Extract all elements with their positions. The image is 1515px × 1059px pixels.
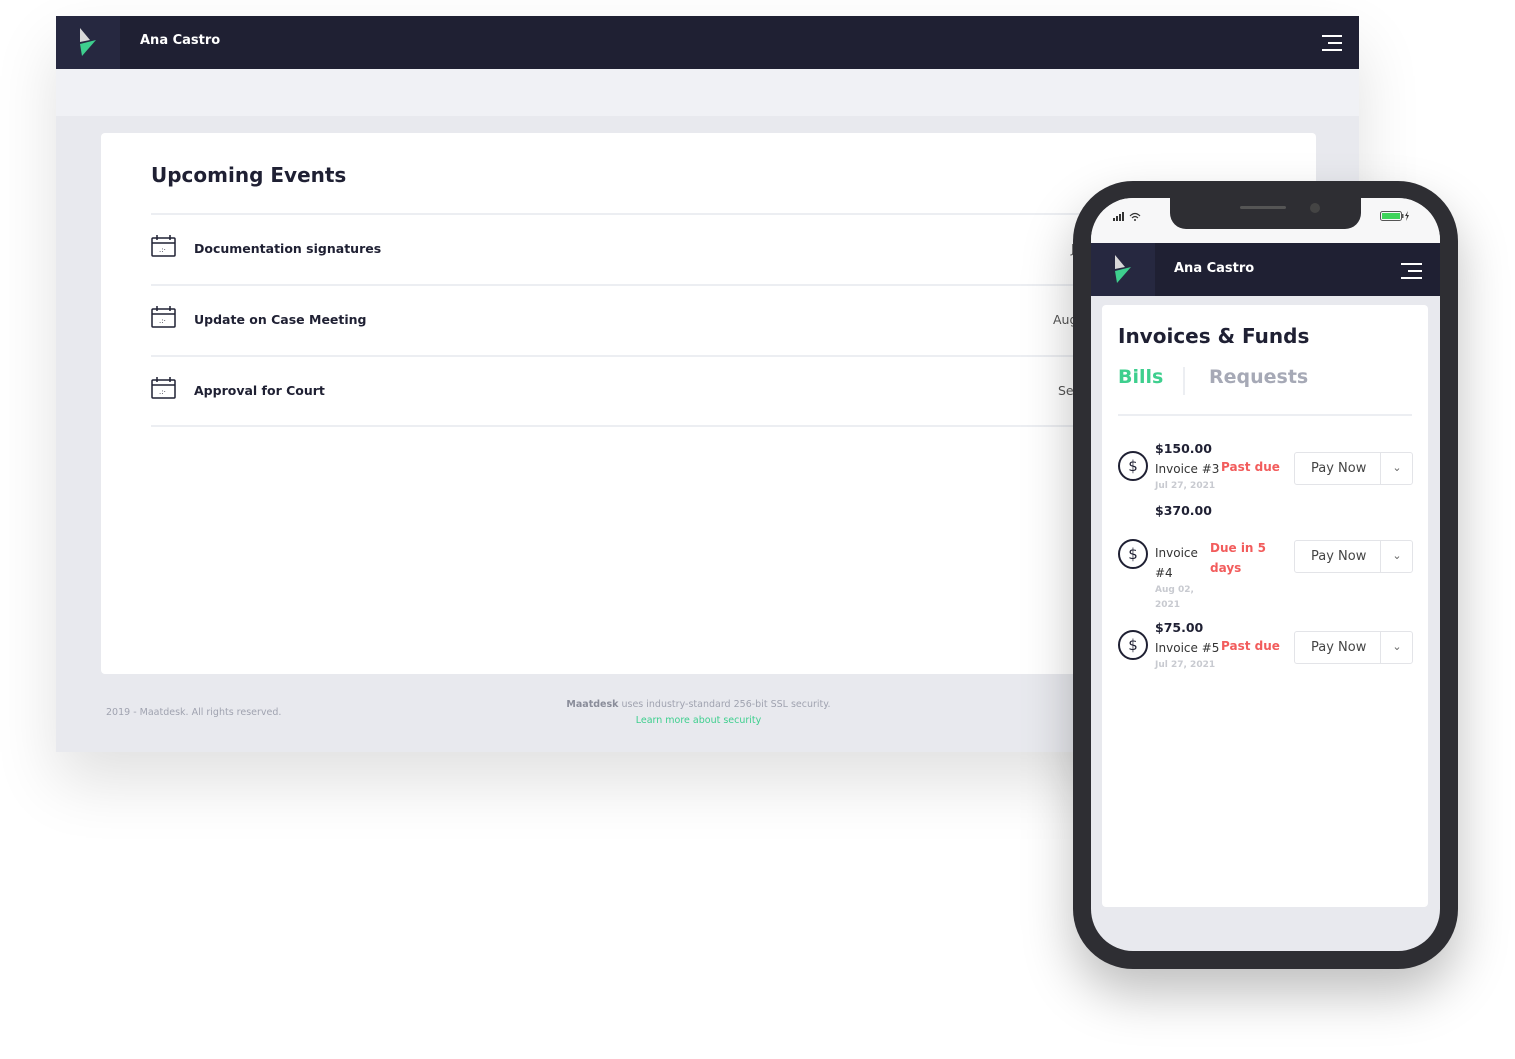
invoice-status: Past due — [1221, 639, 1280, 653]
svg-text:.:·: .:· — [159, 317, 166, 325]
logo-icon — [80, 28, 96, 56]
tab-bills[interactable]: Bills — [1118, 366, 1163, 388]
camera-icon — [1310, 203, 1320, 213]
invoice-amount: $75.00 — [1155, 620, 1204, 635]
calendar-icon: .:· — [151, 377, 176, 399]
pay-now-label: Pay Now — [1311, 549, 1367, 564]
page-title: Invoices & Funds — [1118, 324, 1310, 348]
invoice-amount: $370.00 — [1155, 503, 1212, 518]
event-label: Approval for Court — [194, 383, 325, 398]
svg-text:.:·: .:· — [159, 388, 166, 396]
calendar-icon: .:· — [151, 306, 176, 328]
pay-now-button[interactable]: Pay Now ⌄ — [1294, 540, 1413, 573]
signal-wifi-icon — [1113, 212, 1141, 221]
event-date: Se — [1058, 383, 1074, 398]
tab-requests[interactable]: Requests — [1209, 366, 1308, 388]
event-row[interactable]: .:· Update on Case Meeting Aug — [151, 284, 1151, 355]
hamburger-menu-icon[interactable] — [1322, 35, 1342, 56]
pay-now-label: Pay Now — [1311, 461, 1367, 476]
event-label: Update on Case Meeting — [194, 312, 367, 327]
subheader-band — [56, 69, 1359, 116]
divider — [1118, 414, 1412, 416]
chevron-down-icon[interactable]: ⌄ — [1380, 541, 1413, 572]
logo[interactable] — [56, 16, 120, 69]
chevron-down-icon[interactable]: ⌄ — [1380, 632, 1413, 663]
invoice-status: Past due — [1221, 460, 1280, 474]
pay-now-label: Pay Now — [1311, 640, 1367, 655]
invoice-date: Jul 27, 2021 — [1155, 481, 1216, 491]
security-note: Maatdesk uses industry-standard 256-bit … — [496, 699, 901, 710]
battery-icon — [1380, 211, 1409, 221]
invoice-number: Invoice #5 — [1155, 641, 1220, 655]
event-row[interactable]: .:· Approval for Court Se — [151, 355, 1151, 427]
invoice-number: Invoice #4 — [1155, 546, 1198, 580]
security-text: uses industry-standard 256-bit SSL secur… — [618, 699, 831, 710]
copyright: 2019 - Maatdesk. All rights reserved. — [106, 707, 282, 718]
notch — [1170, 198, 1361, 229]
invoice-amount: $150.00 — [1155, 441, 1212, 456]
hamburger-menu-icon[interactable] — [1401, 263, 1422, 284]
invoice-status: Due in 5 days — [1210, 541, 1267, 575]
dollar-icon: $ — [1118, 630, 1148, 660]
pay-now-button[interactable]: Pay Now ⌄ — [1294, 631, 1413, 664]
invoice-date: Jul 27, 2021 — [1155, 660, 1216, 670]
calendar-icon: .:· — [151, 235, 176, 257]
chevron-down-icon[interactable]: ⌄ — [1380, 453, 1413, 484]
dollar-icon: $ — [1118, 451, 1148, 481]
invoice-date: Aug 02, 2021 — [1155, 585, 1194, 610]
svg-text:.:·: .:· — [159, 246, 166, 254]
dollar-icon: $ — [1118, 539, 1148, 569]
logo[interactable] — [1091, 243, 1155, 296]
event-row[interactable]: .:· Documentation signatures J — [151, 213, 1151, 284]
mobile-top-nav: Ana Castro — [1091, 243, 1440, 296]
top-nav: Ana Castro — [56, 16, 1359, 69]
page-title: Upcoming Events — [151, 163, 347, 187]
invoices-card: Invoices & Funds Bills Requests $ $150.0… — [1102, 305, 1428, 907]
event-label: Documentation signatures — [194, 241, 382, 256]
security-link[interactable]: Learn more about security — [496, 715, 901, 726]
user-name: Ana Castro — [140, 33, 221, 48]
phone-screen: Ana Castro Invoices & Funds Bills Reques… — [1091, 198, 1440, 951]
user-name: Ana Castro — [1174, 261, 1255, 276]
phone-mockup: Ana Castro Invoices & Funds Bills Reques… — [1073, 181, 1458, 969]
logo-icon — [1115, 255, 1131, 283]
invoice-number: Invoice #3 — [1155, 462, 1220, 476]
brand-name: Maatdesk — [566, 699, 619, 710]
pay-now-button[interactable]: Pay Now ⌄ — [1294, 452, 1413, 485]
